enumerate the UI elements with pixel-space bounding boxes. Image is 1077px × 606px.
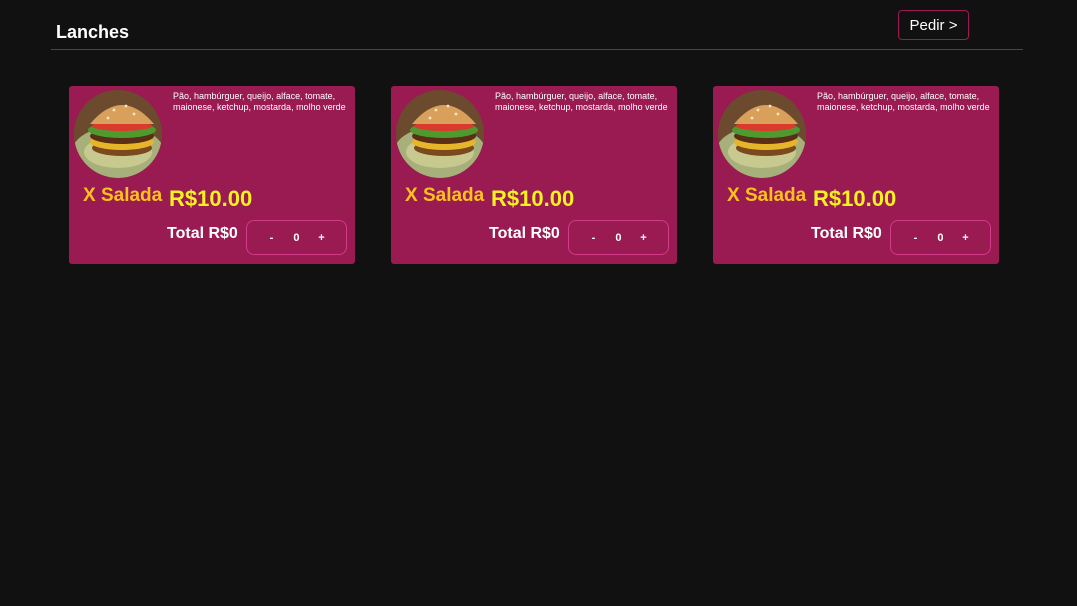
burger-image <box>396 90 484 178</box>
product-card: Pão, hambúrguer, queijo, alface, tomate,… <box>713 86 999 264</box>
product-price: R$10.00 <box>491 186 575 211</box>
product-card: Pão, hambúrguer, queijo, alface, tomate,… <box>69 86 355 264</box>
burger-image <box>718 90 806 178</box>
quantity-stepper: - 0 + <box>246 220 347 255</box>
product-total: Total R$0 <box>811 225 882 242</box>
increment-button[interactable]: + <box>959 232 973 244</box>
quantity-stepper: - 0 + <box>568 220 669 255</box>
product-name: X Salada <box>727 185 807 206</box>
burger-image <box>74 90 162 178</box>
quantity-value: 0 <box>293 231 300 244</box>
quantity-stepper: - 0 + <box>890 220 991 255</box>
increment-button[interactable]: + <box>315 232 329 244</box>
quantity-value: 0 <box>937 231 944 244</box>
order-button[interactable]: Pedir > <box>898 10 969 40</box>
quantity-value: 0 <box>615 231 622 244</box>
decrement-button[interactable]: - <box>908 232 922 244</box>
product-price: R$10.00 <box>813 186 897 211</box>
product-total: Total R$0 <box>167 225 238 242</box>
product-description: Pão, hambúrguer, queijo, alface, tomate,… <box>173 91 346 112</box>
decrement-button[interactable]: - <box>264 232 278 244</box>
page-header: Lanches Pedir > <box>51 8 1023 50</box>
product-price: R$10.00 <box>169 186 253 211</box>
decrement-button[interactable]: - <box>586 232 600 244</box>
page-title: Lanches <box>56 22 130 42</box>
increment-button[interactable]: + <box>637 232 651 244</box>
product-name: X Salada <box>83 185 163 206</box>
product-name: X Salada <box>405 185 485 206</box>
product-card: Pão, hambúrguer, queijo, alface, tomate,… <box>391 86 677 264</box>
product-description: Pão, hambúrguer, queijo, alface, tomate,… <box>495 91 668 112</box>
product-description: Pão, hambúrguer, queijo, alface, tomate,… <box>817 91 990 112</box>
product-total: Total R$0 <box>489 225 560 242</box>
